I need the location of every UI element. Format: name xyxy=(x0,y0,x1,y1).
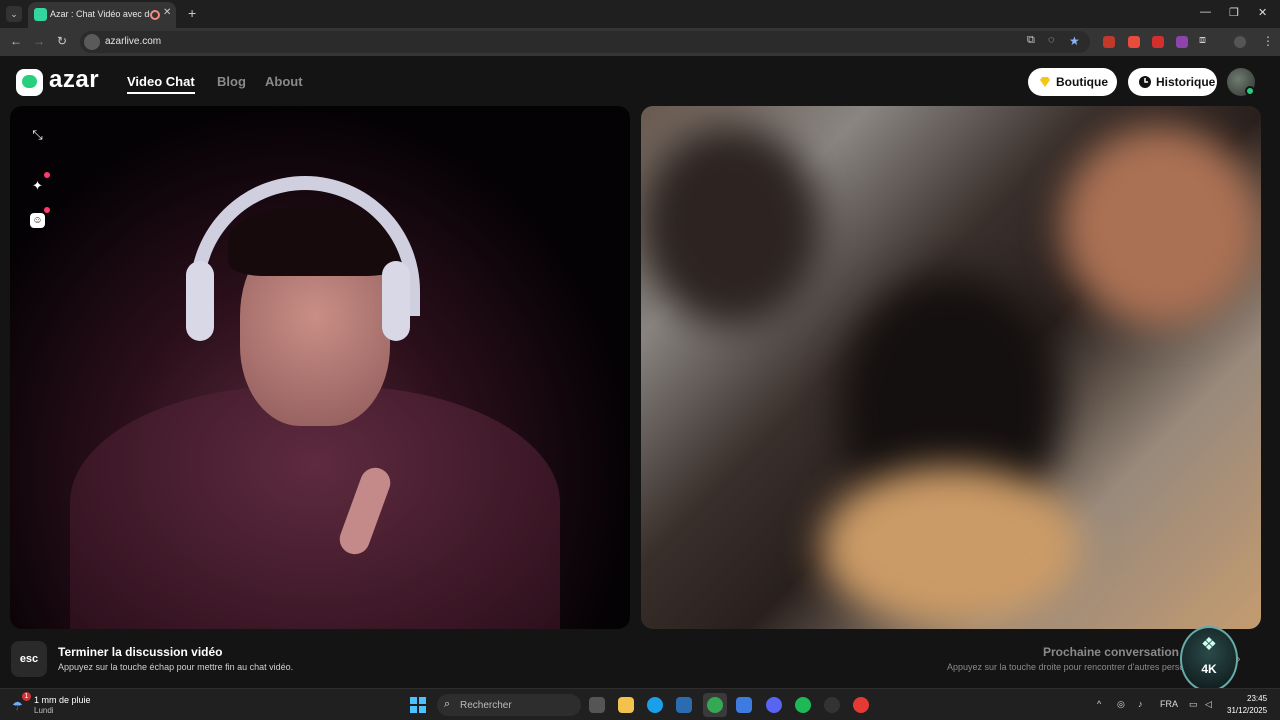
microphone-icon[interactable]: ♪ xyxy=(1138,699,1143,709)
eagle-icon: ❖ xyxy=(1200,634,1218,654)
close-icon[interactable]: ✕ xyxy=(163,7,171,18)
eye-off-icon[interactable]: ◌ xyxy=(1048,34,1055,46)
tab-list-icon[interactable]: ⌄ xyxy=(6,6,22,22)
weather-text[interactable]: 1 mm de pluie xyxy=(34,695,91,705)
browser-toolbar: ← → ↻ azarlive.com ⧉ ◌ ★ ⧈ ⋮ xyxy=(0,28,1280,56)
notification-dot xyxy=(44,207,50,213)
extensions-icon[interactable]: ⧈ xyxy=(1199,34,1206,47)
blur-region xyxy=(641,126,821,326)
star-icon[interactable]: ★ xyxy=(1069,34,1080,48)
network-icon[interactable]: ▭ xyxy=(1189,699,1198,710)
profile-icon[interactable] xyxy=(1234,36,1246,48)
online-status-icon xyxy=(1245,86,1255,96)
volume-icon[interactable]: ◁ xyxy=(1205,699,1212,710)
local-video: ⤡ ✦ ☺ xyxy=(10,106,630,629)
end-chat-title: Terminer la discussion vidéo xyxy=(58,645,223,659)
discord-icon[interactable] xyxy=(766,697,782,713)
azar-page: azar Video Chat Blog About Boutique Hist… xyxy=(0,56,1280,688)
nav-about[interactable]: About xyxy=(265,74,303,89)
headphone-right xyxy=(382,261,410,341)
extension-icon[interactable] xyxy=(1176,36,1188,48)
taskbar-search[interactable]: ⌕ Rechercher xyxy=(437,694,581,716)
remote-video-blurred xyxy=(641,106,1261,629)
tab-title: Azar : Chat Vidéo avec de n xyxy=(50,9,150,19)
next-chat-title[interactable]: Prochaine conversation xyxy=(1043,645,1179,659)
back-icon[interactable]: ← xyxy=(10,34,22,48)
menu-icon[interactable]: ⋮ xyxy=(1262,34,1274,48)
search-placeholder: Rechercher xyxy=(460,700,512,711)
new-tab-icon[interactable]: + xyxy=(188,5,196,21)
url-text: azarlive.com xyxy=(105,36,162,47)
outlook-icon[interactable] xyxy=(736,697,752,713)
logo-text[interactable]: azar xyxy=(49,66,99,94)
app-icon[interactable] xyxy=(824,697,840,713)
chrome-icon[interactable] xyxy=(707,697,723,713)
nav-blog[interactable]: Blog xyxy=(217,74,246,89)
browser-tab-bar: ⌄ Azar : Chat Vidéo avec de n ✕ + — ❐ ✕ xyxy=(0,0,1280,28)
azar-favicon-icon xyxy=(34,8,47,21)
search-icon: ⌕ xyxy=(444,698,451,710)
maximize-icon[interactable]: ❐ xyxy=(1229,6,1239,19)
site-info-icon[interactable] xyxy=(84,34,100,50)
collapse-icon[interactable]: ⤡ xyxy=(30,127,45,142)
notification-dot xyxy=(44,172,50,178)
browser-tab[interactable]: Azar : Chat Vidéo avec de n ✕ xyxy=(28,2,176,28)
extension-icon[interactable] xyxy=(1152,36,1164,48)
store-icon[interactable] xyxy=(676,697,692,713)
tray-app-icon[interactable]: ◎ xyxy=(1117,699,1125,710)
clock-icon xyxy=(1139,76,1151,88)
minimize-icon[interactable]: — xyxy=(1200,6,1211,18)
historique-button[interactable]: Historique xyxy=(1128,68,1217,96)
address-bar[interactable]: azarlive.com xyxy=(80,31,1090,53)
record-icon xyxy=(150,10,160,20)
streamer-watermark-logo: ❖ 4K xyxy=(1180,626,1238,692)
spotify-icon[interactable] xyxy=(795,697,811,713)
boutique-label: Boutique xyxy=(1056,75,1108,89)
weather-badge: 1 xyxy=(22,692,31,701)
chat-footer: esc Terminer la discussion vidéo Appuyez… xyxy=(0,639,1280,688)
window-close-icon[interactable]: ✕ xyxy=(1258,6,1267,19)
azar-logo-icon[interactable] xyxy=(16,69,43,96)
reload-icon[interactable]: ↻ xyxy=(57,34,67,48)
edge-icon[interactable] xyxy=(647,697,663,713)
esc-key-button[interactable]: esc xyxy=(11,641,47,677)
extension-icon[interactable] xyxy=(1103,36,1115,48)
file-explorer-icon[interactable] xyxy=(618,697,634,713)
clock-date[interactable]: 31/12/2025 xyxy=(1227,706,1267,715)
windows-start-icon[interactable] xyxy=(410,697,426,713)
end-chat-subtitle: Appuyez sur la touche échap pour mettre … xyxy=(58,662,294,672)
install-icon[interactable]: ⧉ xyxy=(1027,34,1035,47)
mask-emoji-icon[interactable]: ☺ xyxy=(30,213,45,228)
next-chat-subtitle: Appuyez sur la touche droite pour rencon… xyxy=(947,662,1182,672)
weather-day: Lundi xyxy=(34,706,54,715)
watermark-text: 4K xyxy=(1201,662,1217,676)
nav-video-chat[interactable]: Video Chat xyxy=(127,74,195,94)
extension-icon[interactable] xyxy=(1128,36,1140,48)
sparkle-effects-icon[interactable]: ✦ xyxy=(30,178,45,193)
task-view-icon[interactable] xyxy=(589,697,605,713)
clock-time[interactable]: 23:45 xyxy=(1247,694,1267,703)
blur-region xyxy=(1061,126,1261,326)
headphone-left xyxy=(186,261,214,341)
language-indicator[interactable]: FRA xyxy=(1160,699,1178,709)
diamond-icon xyxy=(1040,77,1050,87)
app-icon[interactable] xyxy=(853,697,869,713)
rain-icon[interactable]: ☂ xyxy=(12,699,23,713)
windows-taskbar: ☂ 1 1 mm de pluie Lundi ⌕ Rechercher ^ ◎… xyxy=(0,688,1280,720)
historique-label: Historique xyxy=(1156,75,1216,89)
boutique-button[interactable]: Boutique xyxy=(1028,68,1117,96)
forward-icon[interactable]: → xyxy=(33,34,45,48)
blur-region xyxy=(821,466,1081,626)
tray-overflow-icon[interactable]: ^ xyxy=(1097,699,1101,709)
